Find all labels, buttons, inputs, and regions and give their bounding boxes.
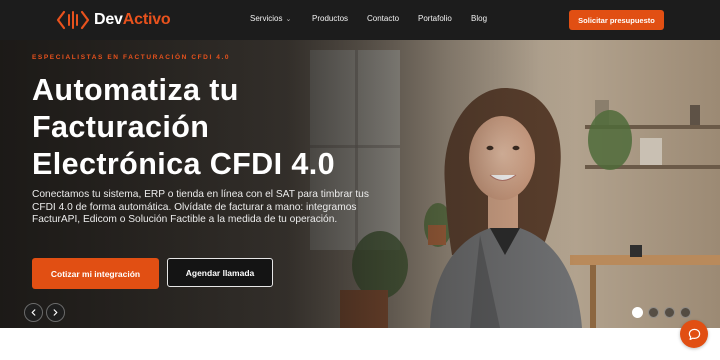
- nav-item-productos[interactable]: Productos: [312, 14, 348, 23]
- nav-item-blog[interactable]: Blog: [471, 14, 487, 23]
- nav-item-label: Servicios: [250, 14, 283, 23]
- request-quote-button[interactable]: Solicitar presupuesto: [569, 10, 664, 30]
- hero-headline: Automatiza tu Facturación Electrónica CF…: [32, 72, 392, 183]
- quote-integration-button[interactable]: Cotizar mi integración: [32, 258, 159, 289]
- chat-bubble-icon: [688, 328, 700, 340]
- carousel-dot[interactable]: [632, 307, 643, 318]
- chat-button[interactable]: [680, 320, 708, 348]
- hero-description: Conectamos tu sistema, ERP o tienda en l…: [32, 189, 369, 226]
- code-brackets-icon: [56, 10, 90, 30]
- carousel-prev-button[interactable]: [24, 303, 43, 322]
- carousel-dot[interactable]: [664, 307, 675, 318]
- site-header: DevActivo Servicios ⌄ Productos Contacto …: [0, 0, 720, 40]
- hero-eyebrow: ESPECIALISTAS EN FACTURACIÓN CFDI 4.0: [32, 54, 231, 61]
- hero-section: ESPECIALISTAS EN FACTURACIÓN CFDI 4.0 Au…: [0, 40, 720, 328]
- headline-line: Facturación: [32, 110, 210, 144]
- brand-logo[interactable]: DevActivo: [56, 9, 171, 31]
- carousel-dot[interactable]: [680, 307, 691, 318]
- brand-name-prefix: Dev: [94, 11, 123, 28]
- nav-item-servicios[interactable]: Servicios ⌄: [250, 14, 291, 23]
- carousel-dots: [632, 307, 696, 318]
- chevron-right-icon: [53, 309, 58, 316]
- carousel-next-button[interactable]: [46, 303, 65, 322]
- nav-item-portafolio[interactable]: Portafolio: [418, 14, 452, 23]
- carousel-dot[interactable]: [648, 307, 659, 318]
- headline-line: Automatiza tu: [32, 73, 239, 107]
- schedule-call-button[interactable]: Agendar llamada: [167, 258, 273, 287]
- brand-name-suffix: Activo: [122, 11, 171, 28]
- nav-item-contacto[interactable]: Contacto: [367, 14, 399, 23]
- headline-line: Electrónica CFDI 4.0: [32, 147, 335, 181]
- brand-name: DevActivo: [94, 11, 171, 29]
- chevron-left-icon: [31, 309, 36, 316]
- chevron-down-icon: ⌄: [285, 16, 292, 23]
